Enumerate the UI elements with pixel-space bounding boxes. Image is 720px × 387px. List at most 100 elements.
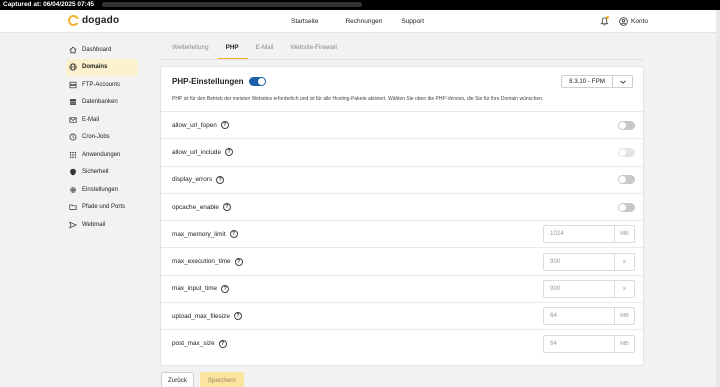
- logo-icon: [68, 15, 79, 26]
- option-row-max-input-time: max_input_time? 900 s: [161, 274, 645, 302]
- field-unit: s: [614, 253, 634, 270]
- max-input-time-field[interactable]: 900 s: [543, 279, 635, 298]
- field-value: 900: [550, 284, 561, 292]
- sidebar-item-sicherheit[interactable]: Sicherheit: [66, 164, 138, 182]
- help-icon[interactable]: ?: [218, 339, 227, 348]
- database-icon: [69, 99, 77, 106]
- logo[interactable]: dogado: [68, 15, 119, 26]
- sidebar-item-pfade-und-ports[interactable]: Pfade und Ports: [66, 199, 138, 217]
- home-icon: [69, 46, 77, 53]
- allow-url-include-toggle: [618, 147, 635, 157]
- opcache-enable-toggle[interactable]: [618, 202, 635, 212]
- sidebar-item-label: E-Mail: [82, 116, 100, 123]
- nav-link-support[interactable]: Support: [401, 18, 424, 25]
- back-button[interactable]: Zurück: [161, 372, 194, 387]
- tab-weiterleitung[interactable]: Weiterleitung: [164, 44, 218, 59]
- php-enabled-switch[interactable]: [248, 77, 266, 86]
- sidebar-item-label: Dashboard: [82, 46, 112, 53]
- tab-php[interactable]: PHP: [217, 44, 248, 59]
- sidebar-item-anwendungen[interactable]: Anwendungen: [66, 146, 138, 164]
- scrollbar-track[interactable]: [716, 10, 720, 387]
- post-max-size-field[interactable]: 64 MB: [543, 334, 635, 353]
- sidebar-item-e-mail[interactable]: E-Mail: [66, 111, 138, 129]
- help-icon[interactable]: ?: [234, 257, 243, 266]
- allow-url-fopen-toggle[interactable]: [618, 120, 635, 130]
- option-row-max-execution-time: max_execution_time? 900 s: [161, 247, 645, 274]
- field-value: 64: [550, 339, 557, 347]
- php-settings-title: PHP-Einstellungen: [172, 77, 244, 86]
- sidebar-item-label: Sicherheit: [82, 169, 109, 176]
- account-label: Konto: [631, 17, 648, 25]
- chevron-down-icon[interactable]: [612, 76, 632, 87]
- server-icon: [69, 81, 77, 88]
- shield-icon: [70, 169, 76, 176]
- option-row-allow-url-include: allow_url_include?: [161, 138, 645, 165]
- tab-website-firewall[interactable]: Website-Firewall: [282, 44, 345, 59]
- capture-label: Captured at: 06/04/2025 07:45: [3, 1, 95, 8]
- tab-e-mail[interactable]: E-Mail: [248, 44, 283, 59]
- sidebar-item-ftp-accounts[interactable]: FTP-Accounts: [66, 76, 138, 94]
- sidebar-item-domains[interactable]: Domains: [66, 58, 138, 76]
- sidebar-item-label: Datenbanken: [82, 99, 118, 106]
- option-label: max_memory_limit: [172, 230, 226, 238]
- option-label: upload_max_filesize: [172, 312, 230, 320]
- php-version-select[interactable]: 8.3.10 - FPM: [561, 75, 633, 88]
- sidebar-item-label: Domains: [82, 64, 108, 71]
- field-value: 1024: [550, 230, 564, 238]
- help-icon[interactable]: ?: [233, 312, 242, 321]
- sidebar-item-datenbanken[interactable]: Datenbanken: [66, 94, 138, 112]
- field-unit: MB: [614, 226, 634, 243]
- user-icon: [619, 16, 628, 26]
- help-icon[interactable]: ?: [222, 203, 231, 212]
- help-icon[interactable]: ?: [221, 284, 230, 293]
- mail-icon: [69, 117, 77, 123]
- help-icon[interactable]: ?: [216, 175, 225, 184]
- upload-max-filesize-field[interactable]: 64 MB: [543, 307, 635, 326]
- clock-icon: [69, 133, 77, 141]
- option-label: max_execution_time: [172, 258, 231, 266]
- sidebar-item-label: Anwendungen: [82, 151, 121, 158]
- display-errors-toggle[interactable]: [618, 175, 635, 185]
- help-icon[interactable]: ?: [229, 230, 238, 239]
- max-memory-limit-field[interactable]: 1024 MB: [543, 225, 635, 244]
- save-button[interactable]: Speichern: [199, 372, 244, 387]
- sidebar-item-label: FTP-Accounts: [82, 81, 121, 88]
- option-label: opcache_enable: [172, 203, 219, 211]
- notification-dot: [606, 16, 609, 19]
- option-row-allow-url-fopen: allow_url_fopen?: [161, 111, 645, 138]
- sidebar-item-webmail[interactable]: Webmail: [66, 216, 138, 234]
- field-unit: MB: [614, 308, 634, 325]
- capture-bar: Captured at: 06/04/2025 07:45: [0, 0, 720, 10]
- php-version-value: 8.3.10 - FPM: [569, 78, 605, 85]
- account-menu[interactable]: Konto: [619, 16, 648, 26]
- gear-icon: [70, 186, 76, 193]
- help-icon[interactable]: ?: [225, 148, 234, 157]
- send-icon: [69, 221, 77, 229]
- option-row-max-memory-limit: max_memory_limit? 1024 MB: [161, 220, 645, 247]
- option-row-upload-max-filesize: upload_max_filesize? 64 MB: [161, 302, 645, 329]
- notification-bell-icon[interactable]: [599, 16, 609, 26]
- help-icon[interactable]: ?: [220, 121, 229, 130]
- sidebar-item-label: Pfade und Ports: [82, 204, 126, 211]
- folder-icon: [69, 204, 77, 211]
- option-row-post-max-size: post_max_size? 64 MB: [161, 329, 645, 356]
- nav-link-startseite[interactable]: Startseite: [291, 18, 318, 25]
- form-actions: Zurück Speichern: [161, 372, 244, 387]
- sidebar-item-einstellungen[interactable]: Einstellungen: [66, 181, 138, 199]
- php-settings-header: PHP-Einstellungen: [172, 77, 266, 86]
- sidebar-item-label: Cron-Jobs: [82, 134, 110, 141]
- option-row-display-errors: display_errors?: [161, 165, 645, 193]
- sidebar-item-cron-jobs[interactable]: Cron-Jobs: [66, 129, 138, 147]
- max-execution-time-field[interactable]: 900 s: [543, 252, 635, 271]
- php-options-list: allow_url_fopen? allow_url_include? disp…: [161, 111, 645, 357]
- globe-icon: [69, 63, 77, 71]
- grid-icon: [69, 151, 77, 158]
- php-description: PHP ist für den Betrieb der meisten Webs…: [172, 96, 544, 102]
- sidebar-item-dashboard[interactable]: Dashboard: [66, 41, 138, 59]
- sidebar-item-label: Webmail: [82, 221, 106, 228]
- nav-link-rechnungen[interactable]: Rechnungen: [345, 18, 382, 25]
- field-unit: s: [614, 280, 634, 297]
- php-settings-card: PHP-Einstellungen 8.3.10 - FPM PHP ist f…: [160, 66, 645, 366]
- sidebar: Dashboard Domains FTP-Accounts Datenbank…: [66, 41, 138, 234]
- field-value: 900: [550, 257, 561, 265]
